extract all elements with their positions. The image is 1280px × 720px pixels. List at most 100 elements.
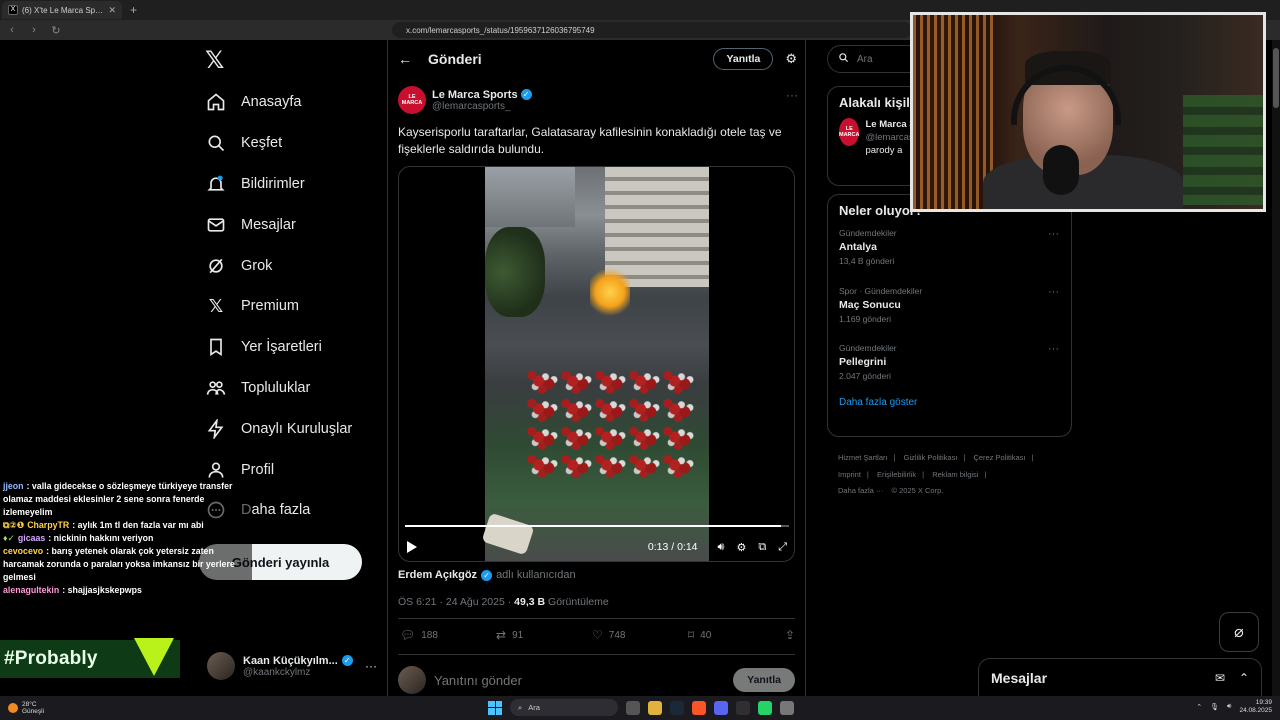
- microphone-tray-icon[interactable]: 🎙︎: [1210, 703, 1219, 711]
- task-view-icon[interactable]: [626, 700, 640, 715]
- sidebar-item-explore[interactable]: Keşfet: [205, 123, 385, 164]
- footer-link[interactable]: Imprint: [838, 470, 861, 479]
- clock[interactable]: 19:39 24.08.2025: [1239, 699, 1272, 715]
- reply-action[interactable]: 💬︎ 188: [400, 628, 496, 642]
- file-explorer-icon[interactable]: [648, 700, 662, 715]
- new-tab-icon[interactable]: +: [130, 3, 137, 17]
- search-icon: [838, 52, 849, 66]
- sidebar-item-bookmarks[interactable]: Yer İşaretleri: [205, 327, 385, 368]
- footer-link[interactable]: Daha fazla ···: [838, 486, 883, 495]
- settings-app-icon[interactable]: [780, 700, 794, 715]
- reply-composer: Yanıtla: [398, 664, 795, 696]
- taskbar-search[interactable]: ⌕ Ara: [510, 699, 618, 716]
- author-handle[interactable]: @lemarcasports_: [432, 101, 532, 112]
- new-message-icon[interactable]: ✉: [1215, 671, 1225, 685]
- author-avatar[interactable]: LE MARCA: [398, 86, 426, 114]
- sidebar-item-premium[interactable]: 𝕏 Premium: [205, 286, 385, 327]
- chevron-up-icon[interactable]: ⌃: [1239, 671, 1249, 685]
- trend-item[interactable]: Gündemdekiler Antalya 13,4 B gönderi ···: [828, 226, 1071, 284]
- like-action[interactable]: ♡ 748: [592, 628, 688, 642]
- account-more-icon[interactable]: ···: [365, 659, 377, 673]
- tab-title: (6) X'te Le Marca Sports: "Kayse...: [22, 5, 105, 15]
- trend-more-icon[interactable]: ···: [1048, 343, 1059, 355]
- sidebar-item-verified-orgs[interactable]: Onaylı Kuruluşlar: [205, 408, 385, 449]
- verified-badge-icon: ✓: [481, 569, 493, 581]
- tweet-views-count: 49,3 B: [514, 596, 546, 608]
- video-credit-name[interactable]: Erdem Açıkgöz: [398, 569, 477, 581]
- play-icon[interactable]: [407, 541, 417, 553]
- tweet-timestamp[interactable]: ÖS 6:21 · 24 Ağu 2025 ·: [398, 596, 514, 608]
- home-icon: [205, 91, 227, 113]
- footer-link[interactable]: Çerez Politikası: [973, 453, 1025, 462]
- account-switcher[interactable]: Kaan Küçükyılm... ✓ @kaankckylmz ···: [207, 650, 377, 682]
- speaker-icon[interactable]: 🔊︎: [1227, 703, 1231, 711]
- stream-chat: jjeon: valla gidecekse o sözleşmeye türk…: [0, 480, 252, 597]
- sidebar-item-notifications[interactable]: Bildirimler: [205, 164, 385, 205]
- webcam-shelf: [1183, 95, 1263, 205]
- sidebar-item-label: Keşfet: [241, 135, 283, 152]
- discord-icon[interactable]: [714, 700, 728, 715]
- video-controls: 0:13 / 0:14 🔊︎ ⚙ ⧉ ⤢: [407, 537, 787, 557]
- pip-icon[interactable]: ⧉: [758, 541, 766, 554]
- trend-item[interactable]: Spor · Gündemdekiler Maç Sonucu 1.169 gö…: [828, 284, 1071, 342]
- tweet-text: Kayserisporlu taraftarlar, Galatasaray k…: [398, 125, 782, 156]
- repost-icon: ⇄: [496, 628, 507, 642]
- sidebar-item-communities[interactable]: Topluluklar: [205, 368, 385, 409]
- trend-more-icon[interactable]: ···: [1048, 228, 1059, 240]
- browser-tab[interactable]: X (6) X'te Le Marca Sports: "Kayse... ✕: [2, 1, 122, 19]
- reply-input[interactable]: [434, 672, 726, 688]
- browser-forward-icon[interactable]: ›: [28, 24, 40, 36]
- whatsapp-icon[interactable]: [758, 700, 772, 715]
- scrollbar-thumb[interactable]: [1273, 48, 1279, 108]
- video-player[interactable]: 0:13 / 0:14 🔊︎ ⚙ ⧉ ⤢: [398, 166, 795, 562]
- video-progress-bar[interactable]: [405, 525, 789, 527]
- bookmark-action[interactable]: ⌑ 40: [688, 628, 784, 642]
- repost-count: 91: [512, 629, 524, 641]
- sidebar-item-messages[interactable]: Mesajlar: [205, 204, 385, 245]
- divider: [398, 654, 795, 655]
- weather-temp: 28°C: [22, 701, 37, 708]
- obs-icon[interactable]: [736, 700, 750, 715]
- sidebar-item-grok[interactable]: Grok: [205, 245, 385, 286]
- gear-icon[interactable]: ⚙: [736, 541, 746, 554]
- sidebar-item-label: Onaylı Kuruluşlar: [241, 420, 353, 437]
- footer-link[interactable]: Gizlilik Politikası: [904, 453, 958, 462]
- browser-reload-icon[interactable]: ↻: [50, 24, 62, 37]
- tweet-more-icon[interactable]: ···: [786, 88, 798, 102]
- weather-widget[interactable]: 28°C Güneşli: [0, 701, 44, 715]
- video-time: 0:13 / 0:14: [647, 541, 698, 553]
- steam-icon[interactable]: [670, 700, 684, 715]
- fullscreen-icon[interactable]: ⤢: [778, 541, 787, 554]
- trend-item[interactable]: Gündemdekiler Pellegrini 2.047 gönderi ·…: [828, 341, 1071, 399]
- footer-link[interactable]: Hizmet Şartları: [838, 453, 888, 462]
- sidebar-item-label: Mesajlar: [241, 216, 296, 233]
- settings-sliders-icon[interactable]: ⚙: [785, 51, 797, 67]
- reply-submit-button[interactable]: Yanıtla: [733, 668, 795, 692]
- footer-links: Hizmet Şartları | Gizlilik Politikası | Çe…: [838, 453, 1034, 495]
- messages-drawer[interactable]: Mesajlar ✉ ⌃: [978, 658, 1262, 696]
- volume-icon[interactable]: 🔊︎: [718, 541, 725, 554]
- repost-action[interactable]: ⇄ 91: [496, 628, 592, 642]
- tray-chevron-icon[interactable]: ⌃: [1196, 703, 1202, 711]
- footer-link[interactable]: Erişilebilirlik: [877, 470, 916, 479]
- sidebar-item-home[interactable]: Anasayfa: [205, 82, 385, 123]
- reply-header-button[interactable]: Yanıtla: [713, 48, 774, 70]
- x-logo-icon[interactable]: 𝕏: [205, 48, 231, 74]
- webcam-light-strip: [913, 15, 993, 209]
- author-name[interactable]: Le Marca Sports: [432, 89, 518, 101]
- tab-close-icon[interactable]: ✕: [108, 5, 116, 16]
- browser-back-icon[interactable]: ‹: [6, 24, 18, 36]
- address-bar[interactable]: x.com/lemarcasports_/status/195963712603…: [392, 22, 912, 38]
- footer-link[interactable]: Reklam bilgisi: [932, 470, 978, 479]
- share-icon[interactable]: ⇪: [785, 628, 795, 642]
- video-crowd: [525, 367, 695, 477]
- trend-more-icon[interactable]: ···: [1048, 286, 1059, 298]
- clock-time: 19:39: [1255, 699, 1272, 706]
- sidebar-item-label: Profil: [241, 461, 275, 478]
- brave-browser-icon[interactable]: [692, 700, 706, 715]
- trend-context: Gündemdekiler: [839, 343, 897, 353]
- page-scrollbar[interactable]: [1272, 40, 1280, 696]
- back-arrow-icon[interactable]: ←: [398, 51, 428, 67]
- windows-start-icon[interactable]: [488, 700, 502, 715]
- grok-float-icon[interactable]: ⌀: [1219, 612, 1259, 652]
